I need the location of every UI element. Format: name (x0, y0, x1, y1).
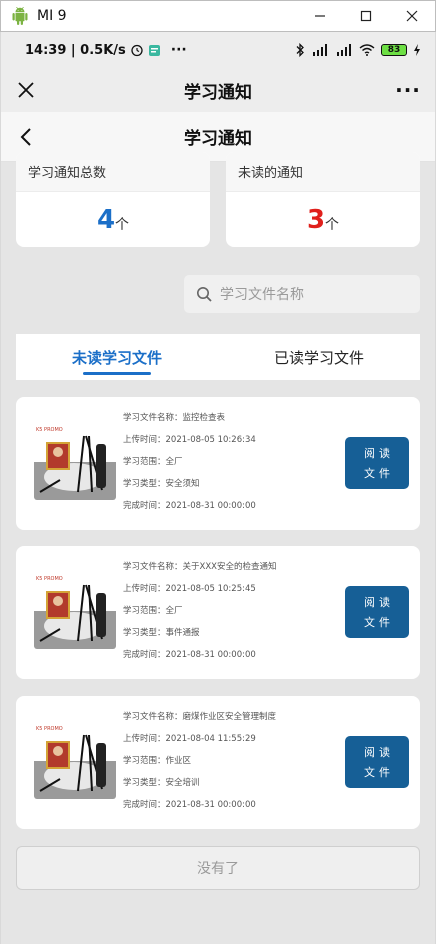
svg-text:K5 PROMO: K5 PROMO (36, 576, 63, 582)
tab-unread-files[interactable]: 未读学习文件 (16, 334, 218, 380)
mini-program-title: 学习通知 (184, 82, 252, 103)
wifi-icon (359, 44, 375, 56)
search-placeholder: 学习文件名称 (220, 287, 304, 303)
svg-text:K5 PROMO: K5 PROMO (36, 427, 63, 433)
maximize-button[interactable] (343, 1, 389, 31)
unread-unit: 个 (325, 216, 340, 233)
total-count: 4 (96, 204, 116, 235)
study-type: 学习类型：安全培训 (123, 778, 200, 788)
bluetooth-icon (296, 43, 304, 57)
total-label: 学习通知总数 (16, 152, 210, 192)
file-thumbnail: K5 PROMO (34, 422, 116, 500)
study-file-card[interactable]: K5 PROMO 学习文件名称：监控检查表 上传时间：2021-08-05 10… (16, 397, 420, 530)
read-button-line1: 阅读 (364, 746, 394, 759)
close-icon[interactable] (13, 77, 39, 103)
battery-icon: 83 (381, 44, 407, 56)
page-title: 学习通知 (184, 129, 252, 149)
alarm-icon (131, 44, 143, 57)
charging-icon (414, 44, 420, 56)
mini-program-header: 学习通知 ··· (1, 68, 435, 112)
read-button-line1: 阅读 (364, 596, 394, 609)
study-scope: 学习范围：作业区 (123, 756, 192, 766)
file-info: 学习文件名称：磨煤作业区安全管理制度 上传时间：2021-08-04 11:55… (123, 706, 276, 816)
status-bar: 14:39 | 0.5K/s ··· 83 (1, 32, 435, 68)
read-file-button[interactable]: 阅读 文件 (345, 736, 409, 788)
emulator-window-bar: MI 9 (0, 0, 436, 32)
svg-text:K5 PROMO: K5 PROMO (36, 726, 63, 732)
read-button-line2: 文件 (364, 467, 394, 480)
upload-time: 上传时间：2021-08-04 11:55:29 (123, 734, 256, 744)
file-thumbnail: K5 PROMO (34, 721, 116, 799)
file-name: 学习文件名称：监控检查表 (123, 413, 226, 423)
tab-bar: 未读学习文件 已读学习文件 (16, 334, 420, 380)
file-info: 学习文件名称：关于XXX安全的检查通知 上传时间：2021-08-05 10:2… (123, 556, 276, 666)
signal-icon (337, 44, 351, 56)
file-info: 学习文件名称：监控检查表 上传时间：2021-08-05 10:26:34 学习… (123, 407, 256, 517)
read-button-line2: 文件 (364, 766, 394, 779)
read-file-button[interactable]: 阅读 文件 (345, 437, 409, 489)
study-type: 学习类型：事件通报 (123, 628, 200, 638)
more-options-button[interactable]: ··· (393, 77, 423, 103)
signal-hd-icon (313, 44, 327, 56)
upload-time: 上传时间：2021-08-05 10:25:45 (123, 584, 256, 594)
finish-time: 完成时间：2021-08-31 00:00:00 (123, 650, 256, 660)
tab-read-files[interactable]: 已读学习文件 (218, 334, 420, 380)
time-speed: 14:39 | 0.5K/s (25, 42, 126, 58)
study-scope: 学习范围：全厂 (123, 457, 183, 467)
stats-section: 学习通知总数 4 个 未读的通知 3 个 (16, 152, 420, 247)
close-window-button[interactable] (389, 1, 435, 31)
unread-count: 3 (306, 204, 326, 235)
study-file-card[interactable]: K5 PROMO 学习文件名称：关于XXX安全的检查通知 上传时间：2021-0… (16, 546, 420, 679)
minimize-button[interactable] (297, 1, 343, 31)
window-title: MI 9 (37, 8, 67, 24)
finish-time: 完成时间：2021-08-31 00:00:00 (123, 800, 256, 810)
finish-time: 完成时间：2021-08-31 00:00:00 (123, 501, 256, 511)
read-file-button[interactable]: 阅读 文件 (345, 586, 409, 638)
active-tab-indicator (83, 372, 151, 375)
total-notifications-card: 学习通知总数 4 个 (16, 152, 210, 247)
back-arrow-icon[interactable] (13, 124, 39, 150)
unread-notifications-card: 未读的通知 3 个 (226, 152, 420, 247)
no-more-button[interactable]: 没有了 (16, 846, 420, 890)
tab-unread-label: 未读学习文件 (71, 348, 162, 367)
file-thumbnail: K5 PROMO (34, 571, 116, 649)
more-notifications-icon: ··· (170, 42, 187, 58)
android-icon (9, 5, 31, 27)
search-icon (197, 287, 212, 302)
study-type: 学习类型：安全须知 (123, 479, 200, 489)
tab-read-label: 已读学习文件 (273, 348, 364, 367)
search-input[interactable]: 学习文件名称 (184, 275, 420, 313)
read-button-line1: 阅读 (364, 447, 394, 460)
file-name: 学习文件名称：磨煤作业区安全管理制度 (123, 712, 277, 722)
study-file-card[interactable]: K5 PROMO 学习文件名称：磨煤作业区安全管理制度 上传时间：2021-08… (16, 696, 420, 829)
unread-label: 未读的通知 (226, 152, 420, 192)
app-notification-icon (148, 44, 160, 56)
total-unit: 个 (115, 216, 130, 233)
read-button-line2: 文件 (364, 616, 394, 629)
upload-time: 上传时间：2021-08-05 10:26:34 (123, 435, 256, 445)
study-scope: 学习范围：全厂 (123, 606, 183, 616)
file-name: 学习文件名称：关于XXX安全的检查通知 (123, 562, 277, 572)
